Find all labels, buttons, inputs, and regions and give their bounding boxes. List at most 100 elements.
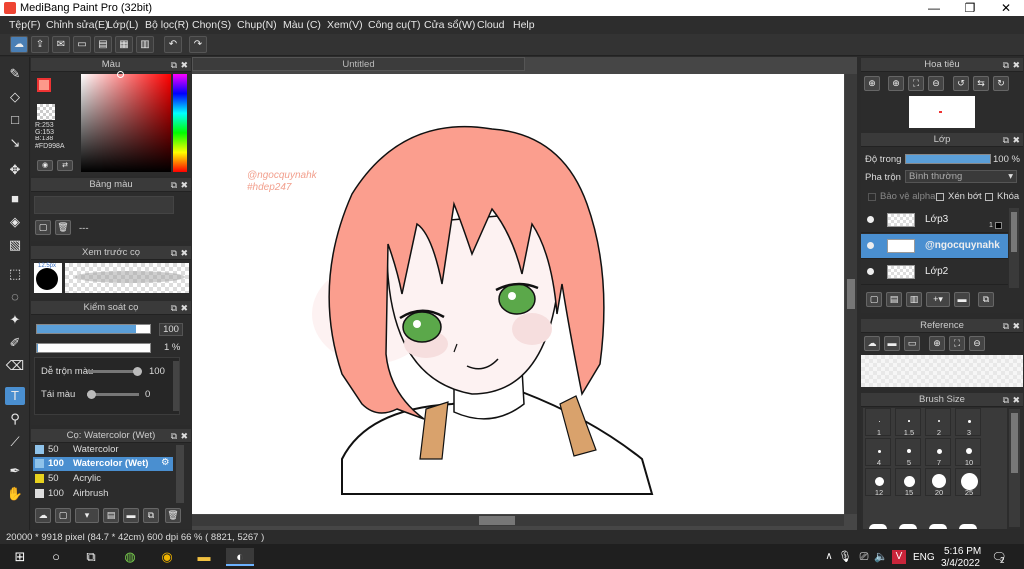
undo-icon[interactable]: ↶	[164, 36, 182, 53]
gear-icon[interactable]: ⚙	[161, 457, 170, 468]
refill-slider[interactable]	[87, 390, 139, 399]
layer-add-menu-icon[interactable]: +▾	[926, 292, 950, 307]
new-layer-icon[interactable]: ▢	[866, 292, 882, 307]
flip-icon[interactable]: ⇆	[973, 76, 989, 91]
layer-opacity-slider[interactable]	[905, 154, 991, 164]
color-mode-icon[interactable]: ◉	[37, 160, 53, 171]
minimize-button[interactable]: —	[916, 0, 952, 16]
clipping-checkbox[interactable]	[936, 193, 944, 201]
lock-checkbox[interactable]	[985, 193, 993, 201]
text-tool-icon[interactable]: T	[5, 387, 25, 405]
fill-rect-tool-icon[interactable]: ■	[5, 190, 25, 208]
dropper-tool-icon[interactable]: ⟋	[5, 433, 25, 451]
canvas-vertical-scrollbar[interactable]	[845, 74, 857, 514]
bucket-tool-icon[interactable]: ◈	[5, 213, 25, 231]
menu-cloud[interactable]: Cloud	[477, 19, 504, 31]
color-swap-icon[interactable]: ⇄	[57, 160, 73, 171]
brush-size-option[interactable]: 4	[865, 438, 891, 467]
layout-icon[interactable]: ▥	[136, 36, 154, 53]
popout-icon[interactable]: ⧉	[171, 429, 177, 443]
menu-layer[interactable]: Lớp(L)	[107, 19, 138, 31]
reference-zoom-in-icon[interactable]: ⊕	[929, 336, 945, 351]
close-panel-icon[interactable]: ✖	[180, 58, 188, 72]
reference-cloud-icon[interactable]: ☁	[864, 336, 880, 351]
popout-icon[interactable]: ⧉	[171, 246, 177, 260]
brush-add-menu-icon[interactable]: ▾	[75, 508, 99, 523]
zoom-in-2-icon[interactable]: ⊕	[888, 76, 904, 91]
canvas-horizontal-scrollbar[interactable]	[192, 515, 844, 526]
popout-icon[interactable]: ⧉	[1003, 58, 1009, 72]
shape-tool-icon[interactable]: □	[5, 111, 25, 129]
menu-tools[interactable]: Công cụ(T)	[368, 19, 421, 31]
reference-view[interactable]	[861, 355, 1023, 387]
magic-wand-icon[interactable]: ✦	[5, 311, 25, 329]
popout-icon[interactable]: ⧉	[1003, 393, 1009, 407]
notification-icon[interactable]: 🗨	[990, 548, 1008, 566]
visibility-icon[interactable]	[867, 242, 874, 249]
transparent-swatch[interactable]	[37, 104, 55, 120]
delete-brush-icon[interactable]: 🗑	[165, 508, 181, 523]
new-brush-icon[interactable]: ▢	[55, 508, 71, 523]
menu-edit[interactable]: Chỉnh sửa(E)	[46, 19, 108, 31]
comment-icon[interactable]: ✉	[52, 36, 70, 53]
brush-item[interactable]: 100 Airbrush	[33, 487, 173, 501]
drawing-canvas[interactable]: @ngocquynahk #hdep247	[192, 74, 844, 514]
clock-date[interactable]: 3/4/2022	[941, 558, 980, 569]
line-tool-icon[interactable]: ↘	[5, 134, 25, 152]
close-panel-icon[interactable]: ✖	[1012, 393, 1020, 407]
palette-swatches[interactable]	[34, 196, 174, 214]
brush-list-scrollbar[interactable]	[176, 445, 184, 503]
menu-filter[interactable]: Bộ lọc(R)	[145, 19, 189, 31]
menu-view[interactable]: Xem(V)	[327, 19, 363, 31]
color-picker-cursor[interactable]	[117, 71, 124, 78]
reference-capture-icon[interactable]: ▭	[904, 336, 920, 351]
brush-item[interactable]: 50 Acrylic	[33, 472, 173, 486]
brush-size-option[interactable]: 25	[955, 468, 981, 497]
menu-file[interactable]: Tệp(F)	[9, 19, 41, 31]
zoom-in-icon[interactable]: ⊕	[864, 76, 880, 91]
close-panel-icon[interactable]: ✖	[1012, 133, 1020, 147]
menu-color[interactable]: Màu (C)	[283, 19, 321, 31]
task-view-icon[interactable]: ⧉	[82, 548, 100, 566]
hue-slider[interactable]	[173, 74, 187, 172]
lasso-tool-icon[interactable]: ◌	[5, 288, 25, 306]
page-icon[interactable]: ▤	[94, 36, 112, 53]
layer-item[interactable]: Lớp3 1	[861, 208, 1008, 233]
chat-icon[interactable]: ▭	[73, 36, 91, 53]
protect-alpha-checkbox[interactable]	[868, 193, 876, 201]
layer-item[interactable]: Lớp2	[861, 260, 1008, 285]
brush-size-option[interactable]: 5	[895, 438, 921, 467]
volume-icon[interactable]: 🔈	[872, 548, 890, 566]
brush-props-icon[interactable]: ▤	[103, 508, 119, 523]
popout-icon[interactable]: ⧉	[1003, 319, 1009, 333]
operation-tool-icon[interactable]: ⚲	[5, 410, 25, 428]
add-brush-cloud-icon[interactable]: ☁	[35, 508, 51, 523]
rotate-right-icon[interactable]: ↻	[993, 76, 1009, 91]
layer-folder-icon[interactable]: ▬	[954, 292, 970, 307]
brush-size-option[interactable]	[899, 524, 917, 529]
brush-size-option[interactable]: 1	[865, 408, 891, 437]
delete-palette-icon[interactable]: 🗑	[55, 220, 71, 235]
brush-control-scrollbar[interactable]	[173, 361, 179, 411]
network-icon[interactable]: ⎚	[855, 548, 873, 566]
browser-app-icon[interactable]: ◍	[121, 548, 139, 566]
blend-slider[interactable]	[87, 367, 142, 376]
move-tool-icon[interactable]: ✥	[5, 161, 25, 179]
brush-size-option[interactable]: 2	[925, 408, 951, 437]
brush-size-option[interactable]	[869, 524, 887, 529]
menu-snap[interactable]: Chụp(N)	[237, 19, 277, 31]
brush-item[interactable]: 50 Watercolor	[33, 443, 173, 457]
close-panel-icon[interactable]: ✖	[1012, 319, 1020, 333]
language-indicator[interactable]: ENG	[913, 552, 935, 563]
brush-size-option[interactable]	[959, 524, 977, 529]
brush-tool-icon[interactable]: ✎	[5, 65, 25, 83]
select-eraser-icon[interactable]: ⌫	[5, 357, 25, 375]
reference-fit-icon[interactable]: ⛶	[949, 336, 965, 351]
close-button[interactable]: ✕	[988, 0, 1024, 16]
document-tab[interactable]: Untitled	[192, 57, 525, 71]
gradient-tool-icon[interactable]: ▧	[5, 236, 25, 254]
zoom-out-icon[interactable]: ⊖	[928, 76, 944, 91]
primary-color-swatch[interactable]	[37, 78, 51, 92]
brush-size-option[interactable]: 7	[925, 438, 951, 467]
navigator-thumbnail[interactable]	[909, 96, 975, 128]
